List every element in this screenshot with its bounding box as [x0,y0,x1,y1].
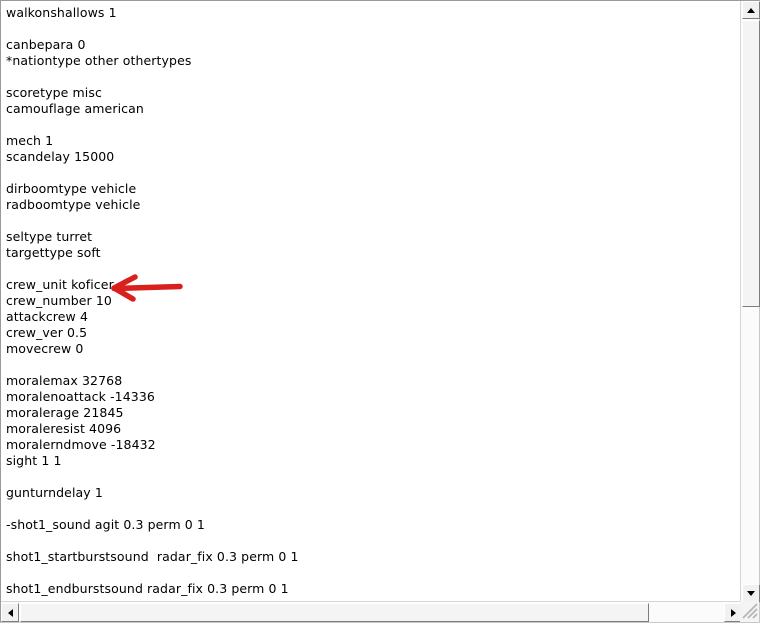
config-line: shot1_endburstsound radar_fix 0.3 perm 0… [6,581,289,596]
config-line: radboomtype vehicle [6,197,141,212]
config-line: moraleresist 4096 [6,421,122,436]
config-line: crew_unit koficer [6,277,114,292]
triangle-right-icon [725,604,741,621]
config-line: scoretype misc [6,85,102,100]
config-line: seltype turret [6,229,93,244]
config-line: *nationtype other othertypes [6,53,192,68]
horizontal-scrollbar-thumb[interactable] [20,603,649,622]
config-line: crew_number 10 [6,293,112,308]
config-line: moralerage 21845 [6,405,124,420]
scroll-left-button[interactable] [1,603,19,622]
config-line: attackcrew 4 [6,309,89,324]
resize-grip-icon[interactable] [740,601,759,622]
config-line: scandelay 15000 [6,149,115,164]
text-content-area[interactable]: walkonshallows 1 canbepara 0 *nationtype … [1,1,740,601]
config-line: moralemax 32768 [6,373,123,388]
config-line: canbepara 0 [6,37,86,52]
config-line: targettype soft [6,245,101,260]
text-viewer-window: walkonshallows 1 canbepara 0 *nationtype … [0,0,760,623]
config-line: camouflage american [6,101,144,116]
config-line: moralerndmove -18432 [6,437,156,452]
config-line: moralenoattack -14336 [6,389,155,404]
scroll-up-button[interactable] [742,1,760,19]
config-line: dirboomtype vehicle [6,181,137,196]
config-line: gunturndelay 1 [6,485,103,500]
scroll-down-button[interactable] [742,584,760,602]
vertical-scrollbar[interactable] [740,1,760,602]
vertical-scrollbar-thumb[interactable] [742,20,760,307]
config-line: crew_ver 0.5 [6,325,88,340]
config-line: shot1_startburstsound radar_fix 0.3 perm… [6,549,299,564]
triangle-down-icon [743,585,759,601]
triangle-left-icon [2,604,18,621]
triangle-up-icon [743,2,759,18]
config-line: sight 1 1 [6,453,62,468]
config-line: -shot1_sound agit 0.3 perm 0 1 [6,517,205,532]
config-line: walkonshallows 1 [6,5,117,20]
config-line: mech 1 [6,133,54,148]
config-line: movecrew 0 [6,341,84,356]
horizontal-scrollbar[interactable] [1,601,742,622]
